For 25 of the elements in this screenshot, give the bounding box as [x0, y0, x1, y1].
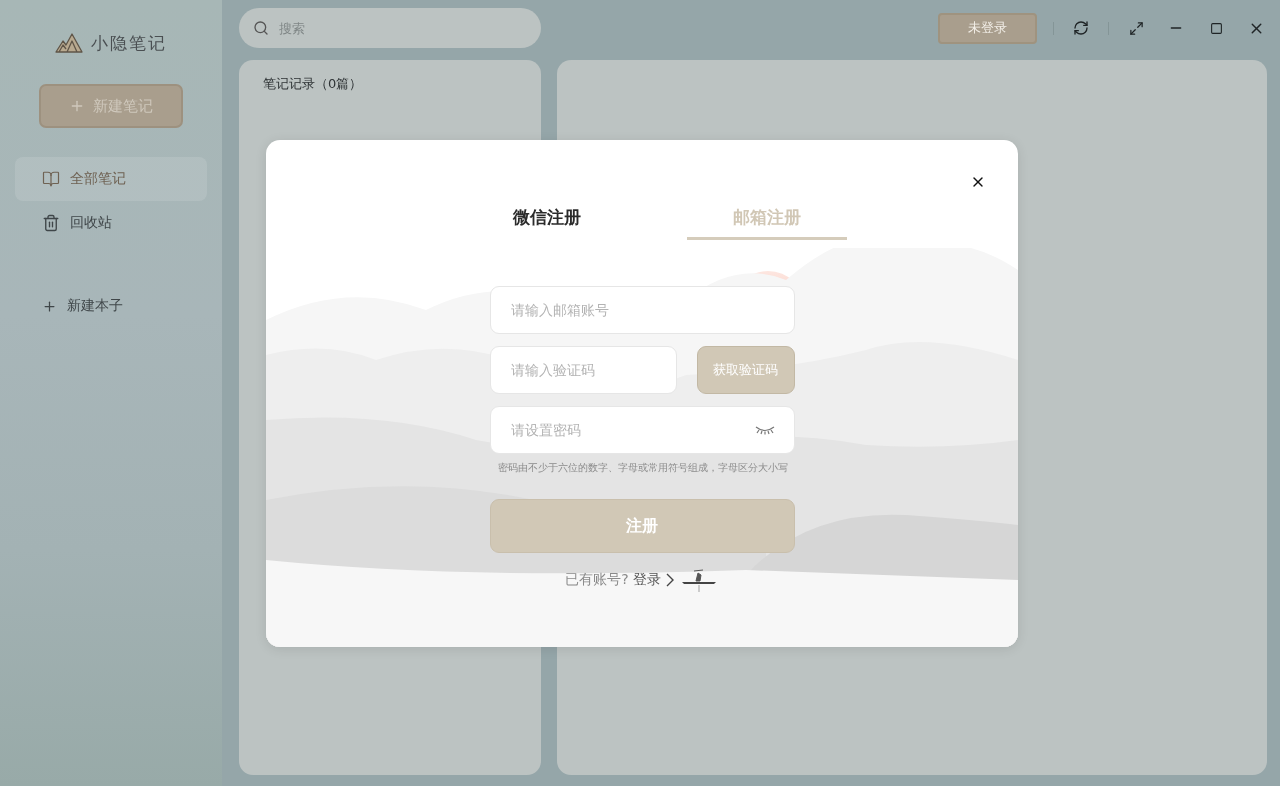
new-notebook-link[interactable]: 新建本子: [42, 297, 123, 315]
email-input-field[interactable]: 请输入邮箱账号: [489, 286, 795, 334]
book-icon: [42, 170, 60, 188]
chevron-right-icon[interactable]: [664, 573, 675, 587]
tab[interactable]: 邮箱注册: [687, 206, 847, 240]
search-field[interactable]: 搜索: [239, 8, 541, 48]
login-link[interactable]: 登录: [632, 571, 661, 589]
register-button[interactable]: 注册: [489, 499, 795, 553]
mountain-logo-icon: [55, 33, 83, 53]
password-input-field[interactable]: 请设置密码: [489, 406, 795, 454]
search-icon: [253, 20, 269, 36]
plus-icon: [42, 298, 57, 314]
footer-text: 已有账号?: [565, 571, 629, 589]
get-code-button[interactable]: 获取验证码: [696, 346, 795, 394]
tab[interactable]: 微信注册: [467, 206, 627, 240]
app-title: 小隐笔记: [91, 31, 167, 55]
plus-icon: [69, 98, 85, 114]
password-hint: 密码由不少于六位的数字、字母或常用符号组成，字母区分大小写: [497, 462, 789, 475]
code-input-field[interactable]: 请输入验证码: [489, 346, 677, 394]
sidebar-item[interactable]: 全部笔记: [15, 157, 207, 201]
closed-eye-icon[interactable]: [754, 425, 775, 435]
note-list-title: 笔记记录（0篇）: [263, 75, 364, 93]
login-status-button[interactable]: 未登录: [938, 12, 1037, 44]
trash-icon: [42, 214, 60, 232]
sidebar-item[interactable]: 回收站: [15, 201, 207, 245]
